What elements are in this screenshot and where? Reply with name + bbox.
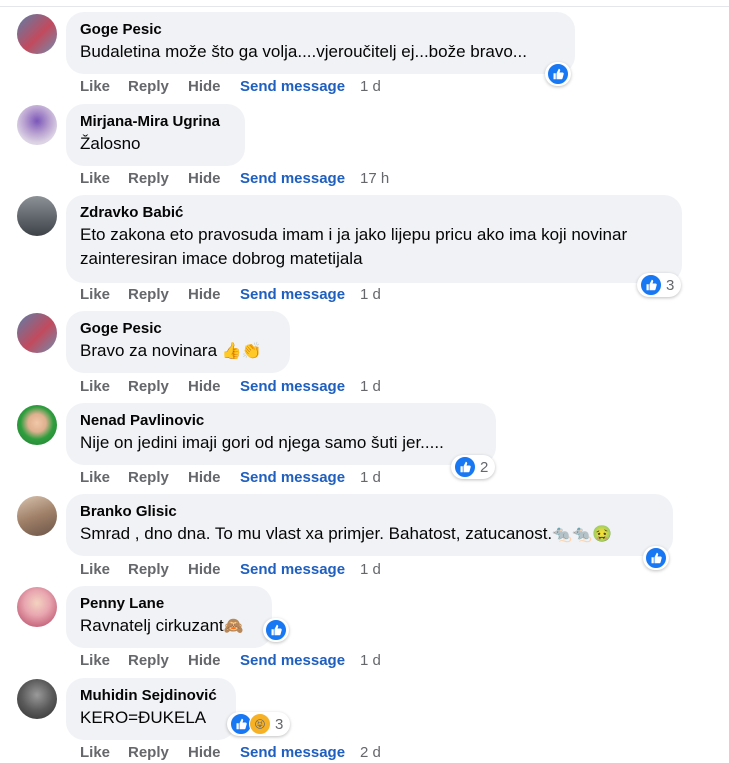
top-divider — [0, 0, 729, 7]
avatar[interactable] — [17, 496, 57, 536]
comment-bubble: Goge Pesic Bravo za novinara 👍👏 — [66, 311, 290, 373]
avatar[interactable] — [17, 679, 57, 719]
avatar[interactable] — [17, 405, 57, 445]
comment-author[interactable]: Nenad Pavlinovic — [80, 411, 482, 431]
comment-timestamp[interactable]: 1 d — [360, 651, 381, 671]
comment-bubble: Branko Glisic Smrad , dno dna. To mu vla… — [66, 494, 673, 556]
like-button[interactable]: Like — [80, 377, 110, 397]
comment-text: Žalosno — [80, 134, 141, 153]
comment-bubble: Zdravko Babić Eto zakona eto pravosuda i… — [66, 195, 682, 283]
comment-author[interactable]: Goge Pesic — [80, 20, 561, 40]
comment-text: Nije on jedini imaji gori od njega samo … — [80, 433, 444, 452]
comment-author[interactable]: Penny Lane — [80, 594, 258, 614]
comment-timestamp[interactable]: 1 d — [360, 285, 381, 305]
send-message-button[interactable]: Send message — [240, 377, 345, 397]
comment-text: Ravnatelj cirkuzant — [80, 616, 224, 635]
comment-emoji: 🙈 — [223, 618, 244, 635]
like-reaction-icon — [265, 619, 287, 641]
comment-bubble: Muhidin Sejdinović KERO=ĐUKELA — [66, 678, 236, 740]
send-message-button[interactable]: Send message — [240, 468, 345, 488]
hide-button[interactable]: Hide — [188, 743, 221, 763]
comment-text: KERO=ĐUKELA — [80, 708, 207, 727]
comment-timestamp[interactable]: 1 d — [360, 377, 381, 397]
comment-author[interactable]: Branko Glisic — [80, 502, 659, 522]
hide-button[interactable]: Hide — [188, 651, 221, 671]
reaction-count: 3 — [666, 276, 675, 294]
reaction-count: 3 — [275, 715, 284, 733]
reaction-summary[interactable]: 2 — [451, 455, 496, 479]
comment-text: Budaletina može što ga volja....vjerouči… — [80, 42, 527, 61]
hide-button[interactable]: Hide — [188, 377, 221, 397]
reply-button[interactable]: Reply — [128, 377, 169, 397]
comment-text: Smrad , dno dna. To mu vlast xa primjer.… — [80, 524, 553, 543]
hide-button[interactable]: Hide — [188, 560, 221, 580]
like-button[interactable]: Like — [80, 77, 110, 97]
send-message-button[interactable]: Send message — [240, 285, 345, 305]
hide-button[interactable]: Hide — [188, 169, 221, 189]
like-button[interactable]: Like — [80, 169, 110, 189]
comment-text-row: Ravnatelj cirkuzant🙈 — [80, 614, 258, 639]
comment-timestamp[interactable]: 1 d — [360, 77, 381, 97]
like-button[interactable]: Like — [80, 285, 110, 305]
avatar[interactable] — [17, 313, 57, 353]
avatar[interactable] — [17, 105, 57, 145]
like-button[interactable]: Like — [80, 468, 110, 488]
comment-emoji: 👍👏 — [221, 343, 262, 360]
reply-button[interactable]: Reply — [128, 651, 169, 671]
reaction-summary[interactable] — [545, 62, 571, 86]
reaction-summary[interactable] — [263, 618, 289, 642]
comment-author[interactable]: Mirjana-Mira Ugrina — [80, 112, 231, 132]
avatar[interactable] — [17, 196, 57, 236]
comment-author[interactable]: Muhidin Sejdinović — [80, 686, 222, 706]
reaction-count: 2 — [480, 458, 489, 476]
like-reaction-icon — [547, 63, 569, 85]
comment-author[interactable]: Goge Pesic — [80, 319, 276, 339]
reply-button[interactable]: Reply — [128, 468, 169, 488]
send-message-button[interactable]: Send message — [240, 743, 345, 763]
send-message-button[interactable]: Send message — [240, 651, 345, 671]
comment-text: Eto zakona eto pravosuda imam i ja jako … — [80, 225, 628, 268]
avatar[interactable] — [17, 587, 57, 627]
reply-button[interactable]: Reply — [128, 560, 169, 580]
reply-button[interactable]: Reply — [128, 169, 169, 189]
hide-button[interactable]: Hide — [188, 468, 221, 488]
hide-button[interactable]: Hide — [188, 285, 221, 305]
reply-button[interactable]: Reply — [128, 77, 169, 97]
reply-button[interactable]: Reply — [128, 285, 169, 305]
like-button[interactable]: Like — [80, 651, 110, 671]
comment-timestamp[interactable]: 1 d — [360, 560, 381, 580]
avatar[interactable] — [17, 14, 57, 54]
comment-bubble: Mirjana-Mira Ugrina Žalosno — [66, 104, 245, 166]
comment-bubble: Nenad Pavlinovic Nije on jedini imaji go… — [66, 403, 496, 465]
comment-timestamp[interactable]: 17 h — [360, 169, 389, 189]
send-message-button[interactable]: Send message — [240, 560, 345, 580]
comment-emoji: 🐀🐀🤢 — [552, 526, 612, 543]
comment-text-row: Bravo za novinara 👍👏 — [80, 339, 276, 364]
send-message-button[interactable]: Send message — [240, 77, 345, 97]
reaction-summary[interactable]: 3 — [637, 273, 682, 297]
like-reaction-icon — [454, 456, 476, 478]
haha-reaction-icon: 😝 — [249, 713, 271, 735]
like-reaction-icon — [640, 274, 662, 296]
reaction-summary[interactable]: 😝 3 — [227, 712, 291, 736]
comment-bubble: Penny Lane Ravnatelj cirkuzant🙈 — [66, 586, 272, 648]
comment-bubble: Goge Pesic Budaletina može što ga volja.… — [66, 12, 575, 74]
comment-author[interactable]: Zdravko Babić — [80, 203, 668, 223]
comment-text-row: Smrad , dno dna. To mu vlast xa primjer.… — [80, 522, 659, 547]
like-button[interactable]: Like — [80, 560, 110, 580]
reply-button[interactable]: Reply — [128, 743, 169, 763]
comment-timestamp[interactable]: 2 d — [360, 743, 381, 763]
like-reaction-icon — [645, 547, 667, 569]
comment-text: Bravo za novinara — [80, 341, 218, 360]
comment-timestamp[interactable]: 1 d — [360, 468, 381, 488]
hide-button[interactable]: Hide — [188, 77, 221, 97]
reaction-summary[interactable] — [643, 546, 669, 570]
like-button[interactable]: Like — [80, 743, 110, 763]
send-message-button[interactable]: Send message — [240, 169, 345, 189]
